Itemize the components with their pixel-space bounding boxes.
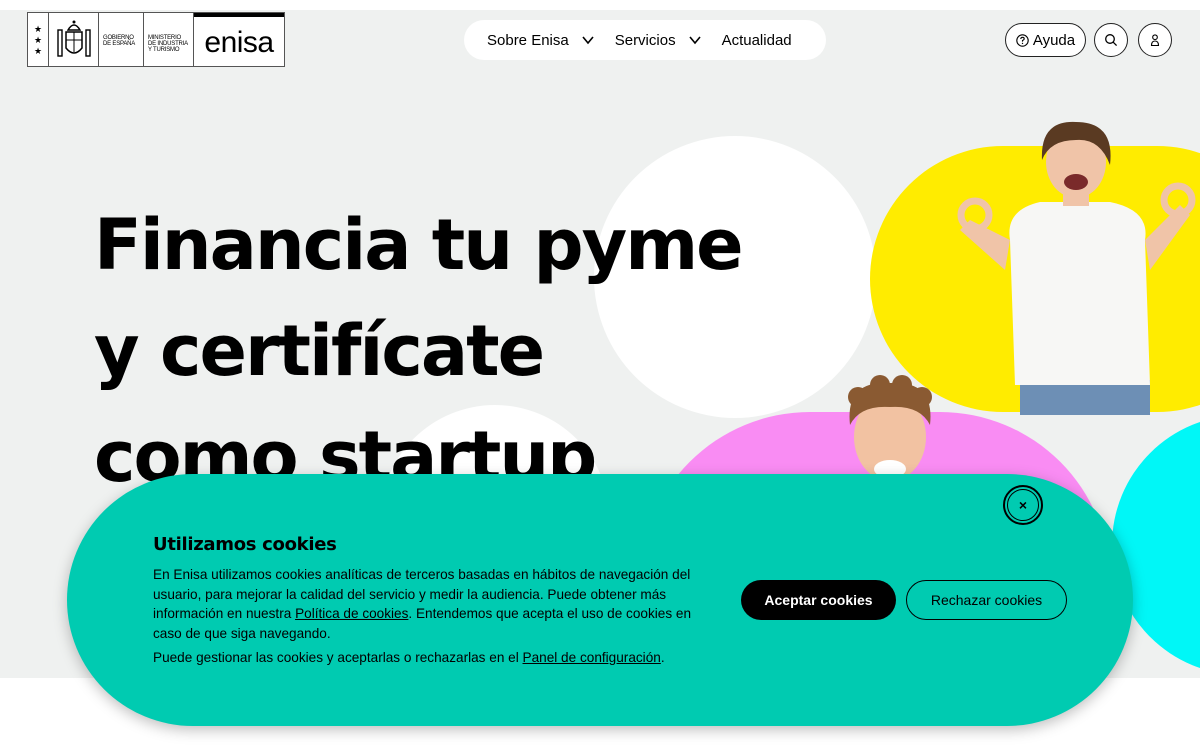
nav-item-actualidad[interactable]: Actualidad — [722, 32, 792, 49]
gov-text: GOBIERNO DE ESPAÑA — [99, 13, 144, 66]
headline-line-2: y certifícate — [94, 310, 545, 392]
accept-cookies-button[interactable]: Aceptar cookies — [741, 580, 896, 620]
cookie-manage-text: Puede gestionar las cookies y aceptarlas… — [153, 650, 665, 665]
reject-cookies-button[interactable]: Rechazar cookies — [906, 580, 1067, 620]
enisa-brand: enisa — [194, 13, 284, 66]
cookie-description: En Enisa utilizamos cookies analíticas d… — [153, 567, 692, 641]
nav-item-label: Servicios — [614, 31, 676, 49]
headline-line-1: Financia tu pyme — [94, 204, 744, 286]
nav-item-servicios[interactable]: Servicios — [615, 32, 702, 49]
search-icon — [1105, 34, 1118, 47]
question-icon — [1016, 33, 1029, 47]
coat-of-arms-icon — [49, 13, 99, 66]
woman-photo — [957, 121, 1196, 415]
hero-headline: Financia tu pyme y certifícate como star… — [94, 192, 744, 510]
help-button[interactable]: Ayuda — [1005, 23, 1086, 57]
cookie-banner: Utilizamos cookies En Enisa utilizamos c… — [67, 474, 1133, 726]
flag-stars: ★ ★ ★ — [28, 13, 49, 66]
config-panel-link[interactable]: Panel de configuración — [523, 650, 661, 665]
user-icon — [1150, 34, 1160, 47]
cookie-title: Utilizamos cookies — [153, 534, 337, 555]
chevron-down-icon — [688, 36, 701, 45]
search-button[interactable] — [1094, 23, 1128, 57]
top-strip — [0, 0, 1200, 10]
close-icon: × — [1007, 489, 1039, 521]
nav-item-label: Actualidad — [721, 31, 792, 49]
nav-item-sobre-enisa[interactable]: Sobre Enisa — [487, 32, 595, 49]
main-nav: Sobre Enisa Servicios Actualidad — [464, 20, 826, 60]
man-photo — [848, 375, 932, 481]
cookie-policy-link[interactable]: Política de cookies — [295, 606, 408, 621]
user-button[interactable] — [1138, 23, 1172, 57]
help-label: Ayuda — [1032, 31, 1076, 49]
close-cookie-button[interactable]: × — [1003, 485, 1043, 525]
ministry-text: MINISTERIO DE INDUSTRIA Y TURISMO — [144, 13, 194, 66]
nav-item-label: Sobre Enisa — [487, 31, 569, 49]
chevron-down-icon — [582, 36, 594, 45]
site-logo[interactable]: ★ ★ ★ GOBIERNO DE ESPAÑA MINISTERIO DE IND… — [27, 12, 285, 67]
